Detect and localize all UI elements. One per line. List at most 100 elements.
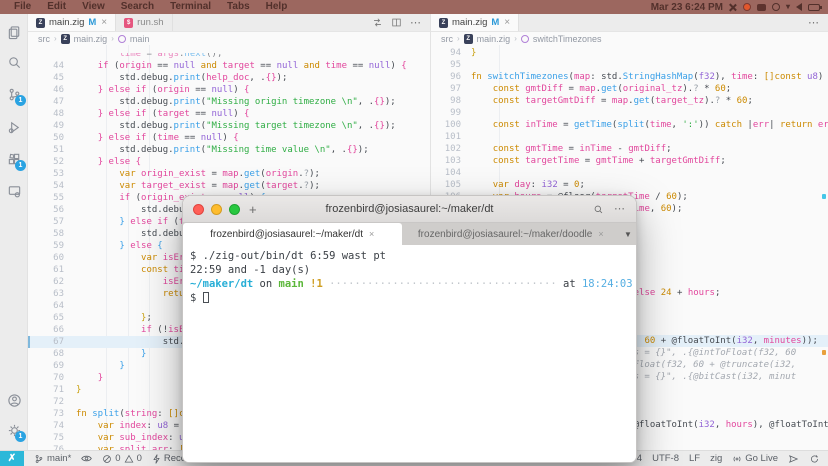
chevron-right-icon: ›: [111, 34, 114, 43]
breadcrumb-item[interactable]: src: [38, 34, 50, 44]
code-line[interactable]: 102 const gmtTime = inTime - gmtDiff;: [431, 143, 828, 155]
compare-icon[interactable]: [372, 17, 383, 28]
account-icon[interactable]: [0, 386, 28, 414]
new-tab-icon[interactable]: +: [249, 203, 257, 216]
code-line[interactable]: 45 std.debug.print(help_doc, .{});: [28, 72, 430, 84]
feedback-icon[interactable]: [788, 454, 799, 464]
clock[interactable]: Mar 23 6:24 PM: [651, 2, 723, 13]
language-mode[interactable]: zig: [710, 453, 722, 464]
line-number: 97: [431, 83, 467, 95]
tab-main-zig[interactable]: Z main.zig M ×: [28, 14, 116, 31]
code-line[interactable]: 98 const targetGmtDiff = map.get(target_…: [431, 95, 828, 107]
code-line[interactable]: 99: [431, 107, 828, 119]
code-line[interactable]: 100 const inTime = getTime(split(time, '…: [431, 119, 828, 131]
more-actions-icon[interactable]: ⋯: [614, 204, 626, 214]
modified-indicator: M: [88, 17, 96, 28]
bolt-icon: [152, 454, 161, 464]
editor-actions: ⋯: [800, 14, 828, 31]
close-icon[interactable]: ×: [598, 229, 603, 239]
line-number: 64: [28, 300, 72, 312]
code-line[interactable]: 96fn switchTimezones(map: std.StringHash…: [431, 71, 828, 83]
breadcrumb-item[interactable]: main.zig: [74, 34, 108, 44]
more-actions-icon[interactable]: ⋯: [410, 18, 422, 28]
overview-mark-orange: [822, 350, 826, 355]
maximize-window-icon[interactable]: [229, 204, 240, 215]
code-line[interactable]: 103 const targetTime = gmtTime + targetG…: [431, 155, 828, 167]
battery-icon: [808, 4, 820, 11]
code-line[interactable]: 48 } else if (target == null) {: [28, 108, 430, 120]
breadcrumb-item[interactable]: switchTimezones: [533, 34, 602, 44]
more-actions-icon[interactable]: ⋯: [808, 18, 820, 28]
menu-edit[interactable]: Edit: [39, 0, 74, 14]
extensions-icon[interactable]: 1: [0, 145, 28, 173]
remote-explorer-icon[interactable]: [0, 177, 28, 205]
terminal-line: $: [190, 291, 629, 305]
close-window-icon[interactable]: [193, 204, 204, 215]
line-number: 68: [28, 348, 72, 360]
search-icon[interactable]: [0, 48, 28, 76]
code-line[interactable]: 53 var origin_exist = map.get(origin.?);: [28, 168, 430, 180]
menu-file[interactable]: File: [6, 0, 39, 14]
breadcrumb: src› Z main.zig› switchTimezones: [431, 32, 828, 45]
menu-help[interactable]: Help: [258, 0, 296, 14]
branch-icon: [34, 454, 44, 464]
remote-indicator[interactable]: ✗: [0, 451, 24, 466]
eol-sequence[interactable]: LF: [689, 453, 700, 464]
terminal-tab-doodle[interactable]: frozenbird@josiasaurel:~/maker/doodle ×: [402, 223, 621, 245]
code-line[interactable]: 51 std.debug.print("Missing time value \…: [28, 144, 430, 156]
line-number: 56: [28, 204, 72, 216]
close-icon[interactable]: ×: [504, 17, 510, 28]
terminal-content[interactable]: $ ./zig-out/bin/dt 6:59 wast pt22:59 and…: [183, 245, 636, 462]
source-control-icon[interactable]: 1: [0, 80, 28, 108]
code-line[interactable]: 101: [431, 131, 828, 143]
minimize-window-icon[interactable]: [211, 204, 222, 215]
code-line[interactable]: 94}: [431, 47, 828, 59]
gitlens-toggle[interactable]: [81, 454, 92, 463]
terminal-title-bar[interactable]: + frozenbird@josiasaurel:~/maker/dt ⋯: [183, 196, 636, 223]
code-line[interactable]: 105 var day: i32 = 0;: [431, 179, 828, 191]
split-editor-icon[interactable]: [391, 17, 402, 28]
terminal-tab-dt[interactable]: frozenbird@josiasaurel:~/maker/dt ×: [183, 223, 402, 245]
activity-bar: 1 1 1: [0, 14, 28, 450]
sync-icon[interactable]: [809, 454, 820, 464]
settings-gear-icon[interactable]: 1: [0, 416, 28, 444]
breadcrumb: src› Z main.zig› main: [28, 32, 430, 45]
code-line[interactable]: 46 } else if (origin == null) {: [28, 84, 430, 96]
breadcrumb-item[interactable]: main: [130, 34, 150, 44]
encoding[interactable]: UTF-8: [652, 453, 679, 464]
chevron-down-icon: ▾: [786, 3, 790, 11]
code-line[interactable]: 49 std.debug.print("Missing target timez…: [28, 120, 430, 132]
system-top-bar: FileEditViewSearchTerminalTabsHelp Mar 2…: [0, 0, 828, 14]
go-live[interactable]: Go Live: [732, 453, 778, 464]
line-number: 102: [431, 143, 467, 155]
search-icon[interactable]: [593, 204, 604, 215]
menu-tabs[interactable]: Tabs: [219, 0, 258, 14]
code-line[interactable]: 52 } else {: [28, 156, 430, 168]
code-line[interactable]: 47 std.debug.print("Missing origin timez…: [28, 96, 430, 108]
code-line[interactable]: 95: [431, 59, 828, 71]
code-line[interactable]: time = args.next();: [28, 53, 430, 60]
tab-list-caret-icon[interactable]: ▼: [620, 223, 636, 245]
code-line[interactable]: 97 const gmtDiff = map.get(original_tz).…: [431, 83, 828, 95]
menu-terminal[interactable]: Terminal: [162, 0, 219, 14]
run-debug-icon[interactable]: [0, 113, 28, 141]
tab-main-zig[interactable]: Z main.zig M ×: [431, 14, 519, 31]
code-line[interactable]: 50 } else if (time == null) {: [28, 132, 430, 144]
breadcrumb-item[interactable]: src: [441, 34, 453, 44]
code-line[interactable]: 54 var target_exist = map.get(target.?);: [28, 180, 430, 192]
menu-search[interactable]: Search: [113, 0, 162, 14]
line-number: 51: [28, 144, 72, 156]
explorer-icon[interactable]: [0, 18, 28, 46]
breadcrumb-item[interactable]: main.zig: [477, 34, 511, 44]
code-line[interactable]: 44 if (origin == null and target == null…: [28, 60, 430, 72]
code-line[interactable]: 104: [431, 167, 828, 179]
tab-run-sh[interactable]: $ run.sh: [116, 14, 172, 31]
close-icon[interactable]: ×: [369, 229, 374, 239]
recording-dot-icon: [743, 3, 751, 11]
git-branch[interactable]: main*: [34, 453, 71, 464]
close-icon[interactable]: ×: [101, 17, 107, 28]
problems-indicator[interactable]: 0 0: [102, 453, 142, 464]
menu-view[interactable]: View: [74, 0, 113, 14]
line-number: 94: [431, 47, 467, 59]
terminal-line: ~/maker/dt on main !1 ··················…: [190, 277, 629, 291]
